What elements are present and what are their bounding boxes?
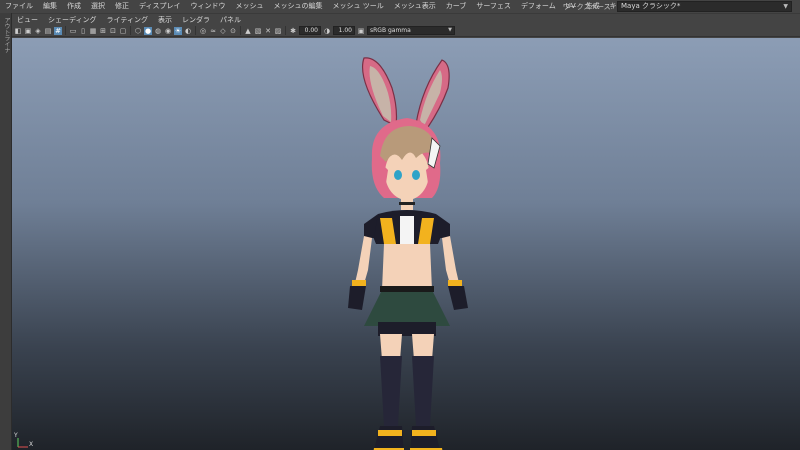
- workspace-value: Maya クラシック*: [621, 2, 681, 10]
- menu-item[interactable]: 作成: [62, 0, 86, 13]
- right-boot: [410, 426, 440, 450]
- smooth-shade-icon[interactable]: ●: [144, 26, 152, 35]
- wireframe-on-shaded-icon[interactable]: ◍: [154, 27, 162, 35]
- workspace-dropdown[interactable]: Maya クラシック* ▼: [617, 1, 792, 12]
- menu-item[interactable]: ディスプレイ: [134, 0, 186, 13]
- color-space-dropdown[interactable]: sRGB gamma ▼: [367, 26, 455, 35]
- character-model: [348, 57, 468, 450]
- toolbar-divider: [65, 26, 66, 35]
- menu-item[interactable]: 修正: [110, 0, 134, 13]
- camera-select-icon[interactable]: ◧: [14, 27, 22, 35]
- lights-icon[interactable]: ☀: [174, 26, 182, 35]
- right-stocking: [412, 356, 434, 426]
- menu-item[interactable]: メッシュ表示: [389, 0, 441, 13]
- 3d-viewport[interactable]: [12, 38, 800, 450]
- axis-gizmo: Y X: [14, 432, 34, 448]
- xray-icon[interactable]: ▧: [254, 27, 262, 35]
- panel-menu-item[interactable]: ビュー: [12, 14, 43, 26]
- exposure-icon[interactable]: ✱: [289, 27, 297, 35]
- shadows-icon[interactable]: ◐: [184, 27, 192, 35]
- textured-icon[interactable]: ◉: [164, 27, 172, 35]
- gamma-field[interactable]: 1.00: [333, 26, 355, 35]
- menu-item[interactable]: メッシュ ツール: [328, 0, 389, 13]
- view-transform-icon[interactable]: ▣: [357, 27, 365, 35]
- isolate-select-icon[interactable]: ▲: [244, 27, 252, 35]
- field-chart-icon[interactable]: ⊞: [99, 27, 107, 35]
- ambient-occlusion-icon[interactable]: ◎: [199, 27, 207, 35]
- workspace-label: ワークスペース:: [562, 2, 613, 11]
- chevron-down-icon: ▼: [448, 27, 452, 33]
- panel-menu-item[interactable]: レンダラ: [177, 14, 215, 26]
- menu-item[interactable]: サーフェス: [471, 0, 516, 13]
- toolbar-divider: [240, 26, 241, 35]
- toolbar-divider: [130, 26, 131, 35]
- panel-menu-item[interactable]: 表示: [153, 14, 177, 26]
- right-eye: [412, 170, 420, 180]
- resolution-gate-icon[interactable]: ▯: [79, 27, 87, 35]
- menu-item[interactable]: ファイル: [0, 0, 38, 13]
- choker: [399, 202, 415, 205]
- safe-title-icon[interactable]: ▢: [119, 27, 127, 35]
- chevron-down-icon: ▼: [783, 3, 788, 10]
- gamma-icon[interactable]: ◑: [323, 27, 331, 35]
- menu-item[interactable]: 編集: [38, 0, 62, 13]
- viewport-toolbar: ◧ ▣ ◈ ▤ # ▭ ▯ ▦ ⊞ ⊡ ▢ ⬡ ● ◍ ◉ ☀ ◐ ◎ ≈ ◇ …: [12, 25, 800, 37]
- panel-menu-item[interactable]: ライティング: [102, 14, 153, 26]
- wireframe-icon[interactable]: ⬡: [134, 27, 142, 35]
- panel-menu-item[interactable]: パネル: [215, 14, 246, 26]
- grid-icon[interactable]: #: [54, 26, 62, 35]
- right-glove: [448, 286, 468, 310]
- bookmark-icon[interactable]: ◈: [34, 27, 42, 35]
- xray-joints-icon[interactable]: ✕: [264, 27, 272, 35]
- camera-attr-icon[interactable]: ▣: [24, 27, 32, 35]
- skirt: [364, 290, 450, 326]
- left-eye: [394, 170, 402, 180]
- menu-item[interactable]: カーブ: [441, 0, 472, 13]
- depth-of-field-icon[interactable]: ⊙: [229, 27, 237, 35]
- panel-menu-bar: ビュー シェーディング ライティング 表示 レンダラ パネル: [12, 13, 800, 25]
- workspace-selector: ワークスペース: Maya クラシック* ▼: [563, 1, 792, 12]
- outliner-tab[interactable]: アウトライナ: [2, 17, 11, 53]
- menu-item[interactable]: メッシュ: [231, 0, 269, 13]
- image-plane-icon[interactable]: ▤: [44, 27, 52, 35]
- menu-item[interactable]: 選択: [86, 0, 110, 13]
- toolbar-divider: [285, 26, 286, 35]
- anti-alias-icon[interactable]: ◇: [219, 27, 227, 35]
- toolbar-divider: [195, 26, 196, 35]
- menu-item[interactable]: ウィンドウ: [186, 0, 231, 13]
- film-gate-icon[interactable]: ▭: [69, 27, 77, 35]
- gate-mask-icon[interactable]: ▦: [89, 27, 97, 35]
- motion-blur-icon[interactable]: ≈: [209, 27, 217, 35]
- color-space-value: sRGB gamma: [370, 27, 411, 34]
- axis-x-label: X: [29, 441, 34, 448]
- axis-y-label: Y: [14, 432, 18, 439]
- backface-icon[interactable]: ▨: [274, 27, 282, 35]
- exposure-field[interactable]: 0.00: [299, 26, 321, 35]
- left-tool-strip: アウトライナ: [0, 13, 12, 450]
- safe-action-icon[interactable]: ⊡: [109, 27, 117, 35]
- panel-menu-item[interactable]: シェーディング: [43, 14, 102, 26]
- left-stocking: [380, 356, 402, 426]
- left-glove: [348, 286, 366, 310]
- left-boot: [374, 426, 404, 450]
- menu-item[interactable]: デフォーム: [516, 0, 561, 13]
- menu-item[interactable]: メッシュの編集: [269, 0, 328, 13]
